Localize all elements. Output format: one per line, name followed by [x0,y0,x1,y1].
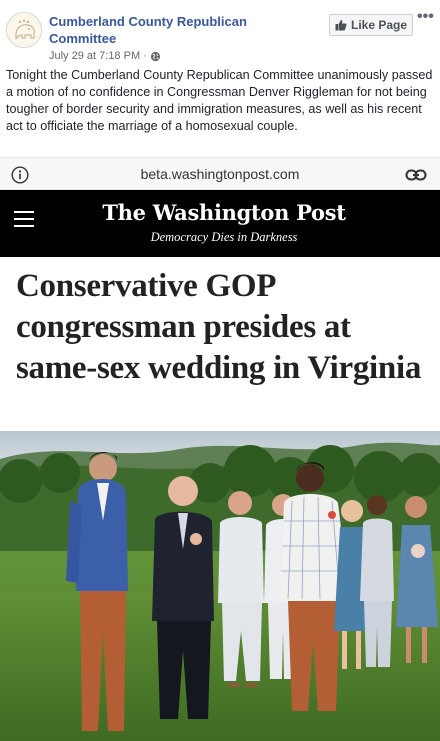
like-page-button[interactable]: Like Page [329,14,413,36]
article-headline[interactable]: Conservative GOP congressman presides at… [16,266,426,389]
wapo-tagline: Democracy Dies in Darkness [150,230,298,244]
page-name-link[interactable]: Cumberland County Republican Committee [49,13,289,47]
thumbs-up-icon [335,19,347,31]
more-options-icon[interactable]: ••• [417,9,435,26]
elephant-logo-icon [7,13,41,47]
link-url-bar[interactable]: beta.washingtonpost.com [0,157,440,190]
post-meta: July 29 at 7:18 PM · [49,50,161,62]
link-icon[interactable] [405,167,427,183]
wedding-photo-image [0,431,440,741]
page-avatar[interactable] [6,12,42,48]
wapo-logo: The Washington Post [102,200,346,225]
meta-separator: · [143,50,147,62]
wapo-masthead-banner: The Washington Post Democracy Dies in Da… [0,190,440,257]
post-timestamp[interactable]: July 29 at 7:18 PM [49,50,140,62]
post-text: Tonight the Cumberland County Republican… [6,68,433,133]
link-url[interactable]: beta.washingtonpost.com [0,166,440,182]
globe-icon[interactable] [150,51,161,62]
like-page-label: Like Page [350,18,408,32]
post-header: Cumberland County Republican Committee J… [0,0,440,66]
article-photo[interactable] [0,431,440,741]
